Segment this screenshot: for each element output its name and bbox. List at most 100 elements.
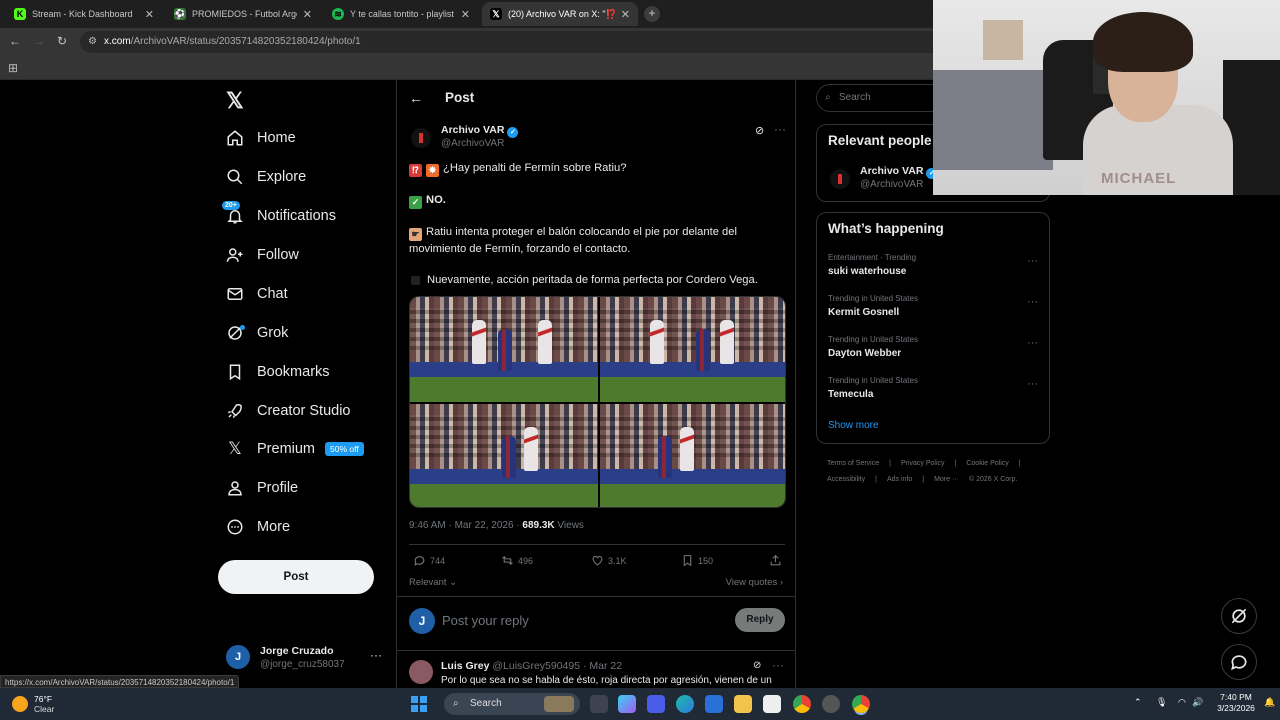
post-photo-grid[interactable]	[409, 296, 786, 508]
more-icon[interactable]: ···	[370, 648, 382, 662]
trend-item[interactable]: Trending in United States Dayton Webber …	[828, 335, 1038, 367]
taskbar-search[interactable]: ⌕ Search	[444, 693, 580, 715]
grok-icon[interactable]: ⊘	[755, 124, 764, 137]
account-handle: @jorge_cruz58037	[260, 659, 345, 670]
avatar	[830, 169, 850, 189]
more-icon[interactable]: ···	[1027, 378, 1038, 390]
photo-frame[interactable]	[410, 297, 598, 402]
nav-bookmarks[interactable]: Bookmarks	[226, 357, 330, 387]
more-icon[interactable]: ···	[772, 658, 784, 672]
notification-bell-icon[interactable]: 🔔	[1264, 697, 1275, 708]
clock[interactable]: 7:40 PM 3/23/2026	[1214, 692, 1258, 714]
reply-sort-dropdown[interactable]: Relevant ⌄	[409, 577, 457, 588]
footer-link[interactable]: Ads info	[887, 476, 912, 483]
settings-gear-icon[interactable]	[822, 695, 840, 713]
reply-author[interactable]: Luis Grey @LuisGrey590495 · Mar 22	[441, 660, 622, 672]
close-icon[interactable]: ✕	[303, 8, 312, 21]
weather-widget[interactable]: 76°F Clear	[12, 693, 82, 715]
messages-fab-button[interactable]	[1221, 644, 1257, 680]
nav-home[interactable]: Home	[226, 123, 296, 153]
reply-input[interactable]: Post your reply	[442, 613, 529, 628]
post-text: Ratiu intenta proteger el balón colocand…	[409, 226, 737, 255]
mail-app-icon[interactable]	[705, 695, 723, 713]
forward-icon[interactable]: →	[33, 34, 45, 48]
author-handle[interactable]: @ArchivoVAR	[441, 138, 504, 149]
back-arrow-icon[interactable]: ←	[409, 90, 423, 106]
more-icon[interactable]: ···	[1027, 255, 1038, 267]
grok-fab-button[interactable]	[1221, 598, 1257, 634]
windows-start-icon[interactable]	[411, 696, 427, 712]
trend-item[interactable]: Trending in United States Kermit Gosnell…	[828, 294, 1038, 326]
more-icon[interactable]: ···	[1027, 296, 1038, 308]
close-icon[interactable]: ✕	[461, 8, 470, 21]
apps-grid-icon[interactable]: ⊞	[8, 61, 18, 75]
compose-post-button[interactable]: Post	[218, 560, 374, 594]
site-info-icon[interactable]: ⚙	[88, 31, 97, 53]
nav-follow[interactable]: Follow	[226, 240, 299, 270]
avatar[interactable]	[409, 660, 433, 684]
tab-promiedos[interactable]: ⚽ PROMIEDOS - Futbol Argentino ✕	[166, 2, 320, 26]
reply-button[interactable]: Reply	[735, 608, 785, 632]
task-view-icon[interactable]	[590, 695, 608, 713]
reply-action[interactable]: 744	[413, 554, 445, 567]
trend-item[interactable]: Entertainment · Trending suki waterhouse…	[828, 253, 1038, 285]
nav-grok[interactable]: Grok	[226, 318, 288, 348]
reload-icon[interactable]: ↻	[57, 34, 67, 48]
nav-explore[interactable]: Explore	[226, 162, 306, 192]
microphone-icon[interactable]: 🎙	[1156, 697, 1167, 708]
avatar[interactable]	[411, 128, 431, 148]
new-tab-button[interactable]: +	[644, 6, 660, 22]
nav-more[interactable]: More	[226, 512, 290, 542]
footer-link[interactable]: Terms of Service	[827, 460, 879, 467]
more-icon[interactable]: ···	[774, 122, 786, 136]
nav-profile[interactable]: Profile	[226, 473, 298, 503]
footer-link[interactable]: Cookie Policy	[966, 460, 1008, 467]
footer-link[interactable]: Privacy Policy	[901, 460, 945, 467]
chrome-icon[interactable]	[793, 695, 811, 713]
photo-frame[interactable]	[600, 404, 785, 507]
chrome-active-icon[interactable]	[852, 695, 870, 713]
footer-link[interactable]: Accessibility	[827, 476, 865, 483]
author-name[interactable]: Archivo VAR ✓	[441, 124, 519, 138]
nav-creator-studio[interactable]: Creator Studio	[226, 396, 351, 426]
tab-kick[interactable]: K Stream - Kick Dashboard ✕	[6, 2, 162, 26]
volume-icon[interactable]: 🔊	[1192, 697, 1203, 708]
copilot-icon[interactable]	[618, 695, 636, 713]
edge-icon[interactable]	[676, 695, 694, 713]
close-icon[interactable]: ✕	[621, 8, 630, 21]
repost-action[interactable]: 496	[501, 554, 533, 567]
nav-chat[interactable]: Chat	[226, 279, 288, 309]
nav-premium[interactable]: 𝕏 Premium 50% off	[226, 434, 364, 464]
nav-notifications[interactable]: 20+ Notifications	[222, 201, 336, 231]
photo-frame[interactable]	[410, 404, 598, 507]
post-author: Archivo VAR ✓ @ArchivoVAR ⊘ ···	[409, 122, 786, 154]
show-more-link[interactable]: Show more	[828, 420, 879, 431]
share-action[interactable]	[769, 554, 786, 567]
close-icon[interactable]: ✕	[145, 8, 154, 21]
store-icon[interactable]	[763, 695, 781, 713]
view-quotes-link[interactable]: View quotes ›	[726, 577, 783, 588]
back-icon[interactable]: ←	[9, 34, 21, 48]
more-icon[interactable]: ···	[1027, 337, 1038, 349]
chevron-up-icon[interactable]: ⌃	[1134, 697, 1142, 708]
timestamp-text[interactable]: 9:46 AM · Mar 22, 2026 ·	[409, 520, 522, 531]
footer-link[interactable]: More ···	[934, 476, 959, 483]
photo-frame[interactable]	[600, 297, 785, 402]
add-person-icon	[226, 246, 244, 264]
trend-item[interactable]: Trending in United States Temecula ···	[828, 376, 1038, 408]
app-icon[interactable]	[647, 695, 665, 713]
system-tray: ⌃ 🎙 ◠ 🔊 7:40 PM 3/23/2026 🔔	[1130, 688, 1280, 720]
x-logo-icon[interactable]: 𝕏	[226, 88, 244, 114]
tab-x-post[interactable]: 𝕏 (20) Archivo VAR on X: "⁉️💥 ¿H ✕	[482, 2, 638, 26]
bookmark-icon	[683, 555, 692, 567]
trend-context: Entertainment · Trending	[828, 253, 917, 262]
tab-label: PROMIEDOS - Futbol Argentino	[192, 9, 297, 19]
grok-icon[interactable]: ⊘	[753, 660, 761, 671]
tab-spotify[interactable]: ≋ Y te callas tontito - playlist by J ✕	[324, 2, 478, 26]
file-explorer-icon[interactable]	[734, 695, 752, 713]
wifi-icon[interactable]: ◠	[1178, 697, 1186, 708]
reply-item[interactable]: Luis Grey @LuisGrey590495 · Mar 22 ⊘ ···…	[409, 658, 785, 688]
bookmark-action[interactable]: 150	[681, 554, 713, 567]
account-switcher[interactable]: J Jorge Cruzado @jorge_cruz58037 ···	[226, 642, 386, 676]
like-action[interactable]: 3.1K	[591, 554, 627, 567]
